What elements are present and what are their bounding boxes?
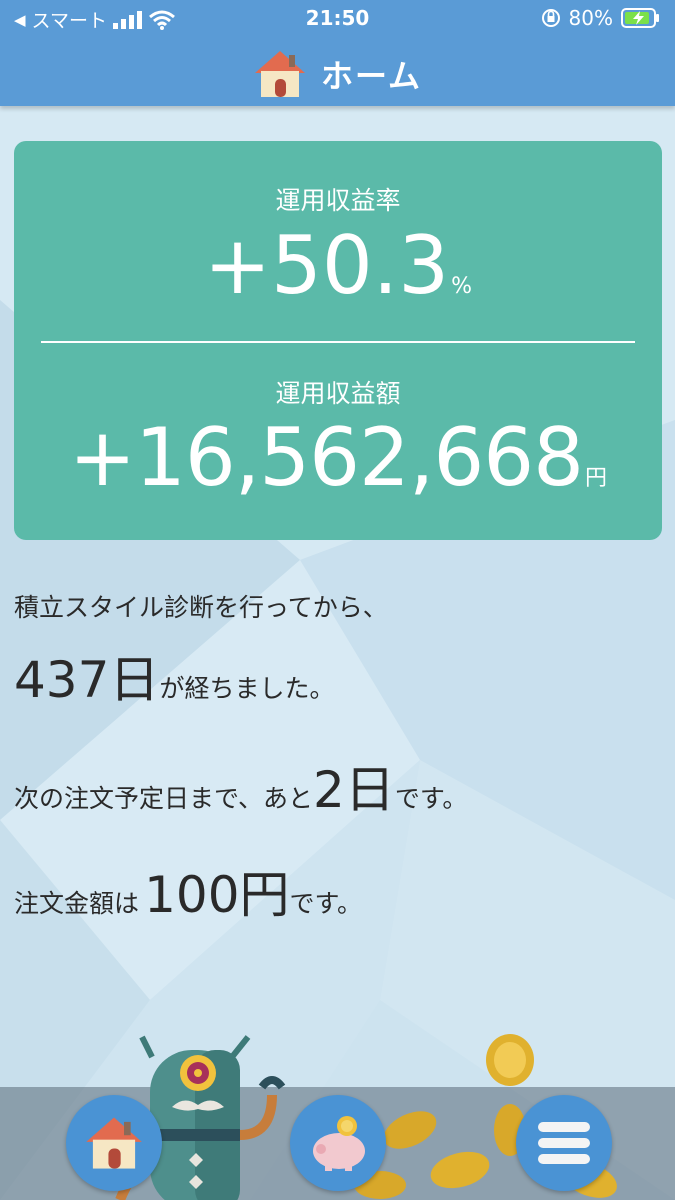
days-remaining: 2日 — [313, 761, 395, 819]
return-rate-value: +50.3 — [203, 219, 450, 312]
house-icon — [254, 51, 305, 97]
piggy-bank-icon — [313, 1116, 365, 1171]
returns-summary-card: 運用収益率 +50.3% 運用収益額 +16,562,668円 — [14, 141, 662, 540]
savings-button[interactable] — [290, 1095, 386, 1191]
app-header: ◀ スマート 21:50 80% ホーム — [0, 0, 675, 106]
house-icon — [86, 1117, 142, 1169]
order-amount-message: 注文金額は 100円です。 — [14, 855, 362, 927]
diagnosis-message: 積立スタイル診断を行ってから、 — [14, 593, 388, 622]
return-rate-unit: % — [451, 274, 473, 299]
home-button[interactable] — [66, 1095, 162, 1191]
next-order-prefix: 次の注文予定日まで、あと — [14, 784, 314, 813]
elapsed-days-message: 437日が経ちました。 — [14, 640, 334, 712]
menu-button[interactable] — [516, 1095, 612, 1191]
battery-charging-icon — [621, 8, 659, 28]
return-amount-value: +16,562,668 — [68, 411, 584, 504]
order-amount-prefix: 注文金額は — [14, 889, 140, 918]
next-order-suffix: です。 — [394, 784, 468, 813]
order-amount-suffix: です。 — [289, 889, 363, 918]
status-bar: ◀ スマート 21:50 80% — [0, 0, 675, 36]
days-elapsed: 437日 — [14, 651, 160, 709]
rotation-lock-icon — [541, 9, 560, 27]
return-amount-unit: 円 — [585, 466, 608, 491]
card-divider — [41, 341, 635, 343]
days-elapsed-suffix: が経ちました。 — [159, 674, 335, 703]
return-amount-label: 運用収益額 — [275, 379, 401, 408]
return-rate-label: 運用収益率 — [275, 186, 401, 215]
battery-percent: 80% — [568, 6, 613, 30]
return-amount: +16,562,668円 — [14, 411, 662, 504]
order-amount: 100円 — [144, 866, 290, 924]
next-order-message: 次の注文予定日まで、あと2日です。 — [14, 750, 467, 822]
menu-icon — [538, 1122, 590, 1164]
return-rate: +50.3% — [14, 219, 662, 312]
page-title: ホーム — [320, 57, 423, 95]
